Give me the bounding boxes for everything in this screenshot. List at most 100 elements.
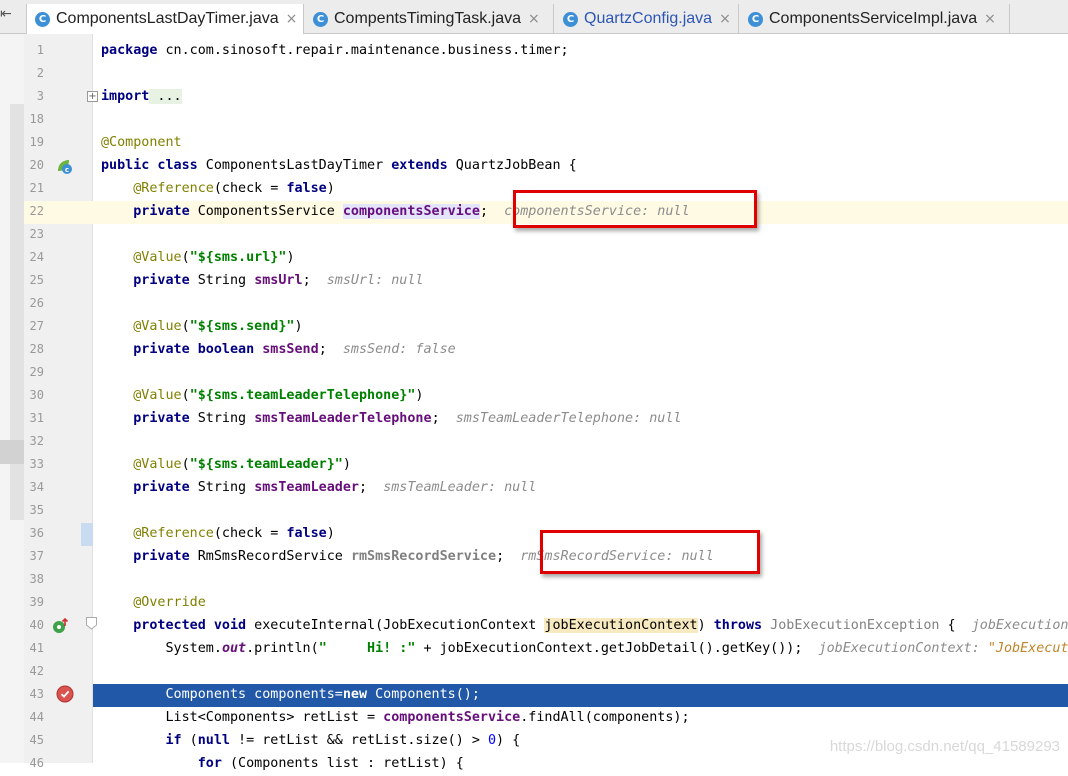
code-line[interactable]: 2 <box>24 63 1068 86</box>
debug-value-hint: jobExecutionContext: <box>818 641 988 656</box>
annotation: @Override <box>133 595 206 610</box>
semicolon: ; <box>496 549 505 564</box>
code-line[interactable]: 35 <box>24 500 1068 523</box>
code-line[interactable]: 40 protected void executeInternal(JobExe… <box>24 615 1068 638</box>
gutter-cell[interactable]: 43 <box>24 684 93 707</box>
field-name: smsSend <box>262 342 319 357</box>
package-name: cn.com.sinosoft.repair.maintenance.busin… <box>157 43 569 58</box>
line-number: 30 <box>29 388 44 402</box>
code-line[interactable]: 28 private boolean smsSend; smsSend: fal… <box>24 339 1068 362</box>
code-line[interactable]: 41 System.out.println(" Hi! :" + jobExec… <box>24 638 1068 661</box>
string-literal: "${sms.teamLeaderTelephone}" <box>189 388 416 403</box>
semicolon: ; <box>302 273 311 288</box>
static-field: out <box>221 641 247 656</box>
code-line[interactable]: 29 <box>24 362 1068 385</box>
expand-fold-icon[interactable]: + <box>87 91 98 102</box>
class-ref: System. <box>165 641 222 656</box>
code-line[interactable]: 30 @Value("${sms.teamLeaderTelephone}") <box>24 385 1068 408</box>
code-line[interactable]: 32 <box>24 431 1068 454</box>
code-line[interactable]: 42 <box>24 661 1068 684</box>
code-text: @Value("${sms.teamLeader}") <box>101 457 351 472</box>
condition: != retList && retList.size() > <box>230 733 488 748</box>
debug-value-hint: jobExecutionC <box>971 618 1068 633</box>
code-line[interactable]: 33 @Value("${sms.teamLeader}") <box>24 454 1068 477</box>
tab-quartz-config[interactable]: C QuartzConfig.java × <box>555 4 739 34</box>
line-number: 38 <box>29 572 44 586</box>
code-line[interactable]: 46 for (Components list : retList) { <box>24 753 1068 776</box>
annotation: @Value <box>133 388 182 403</box>
close-icon[interactable]: × <box>719 11 731 27</box>
line-number: 41 <box>29 641 44 655</box>
breakpoint-icon[interactable] <box>56 685 74 703</box>
type-name: String <box>189 480 255 495</box>
code-line[interactable]: 34 private String smsTeamLeader; smsTeam… <box>24 477 1068 500</box>
paren: ) <box>415 388 424 403</box>
line-number: 25 <box>29 273 44 287</box>
keyword: false <box>286 181 327 196</box>
line-number: 29 <box>29 365 44 379</box>
line-number: 37 <box>29 549 44 563</box>
code-line[interactable]: 3 + import ... <box>24 86 1068 109</box>
code-text: System.out.println(" Hi! :" + jobExecuti… <box>101 641 1068 656</box>
parameter-name: jobExecutionContext <box>544 618 698 633</box>
code-text: @Override <box>101 595 206 610</box>
tab-components-service-impl[interactable]: C ComponentsServiceImpl.java × <box>740 4 1010 34</box>
line-number: 19 <box>29 135 44 149</box>
code-text: @Component <box>101 135 182 150</box>
scroll-tabs-left-icon[interactable]: ⇤ <box>0 6 20 28</box>
code-line[interactable]: 1 package cn.com.sinosoft.repair.mainten… <box>24 40 1068 63</box>
line-number: 42 <box>29 664 44 678</box>
close-icon[interactable]: × <box>984 11 996 27</box>
code-line[interactable]: 19 @Component <box>24 132 1068 155</box>
tab-compents-timing-task[interactable]: C CompentsTimingTask.java × <box>305 4 554 34</box>
method-call: .findAll(components); <box>520 710 690 725</box>
code-line[interactable]: 44 List<Components> retList = components… <box>24 707 1068 730</box>
field-name: componentsService <box>342 204 480 219</box>
code-line[interactable]: 39 @Override <box>24 592 1068 615</box>
brace: ) { <box>496 733 521 748</box>
editor-tab-bar: ⇤ C ComponentsLastDayTimer.java × C Comp… <box>0 0 1068 34</box>
execution-point-line[interactable]: Components components=new Components(); <box>93 684 1068 707</box>
line-number: 39 <box>29 595 44 609</box>
code-text: package cn.com.sinosoft.repair.maintenan… <box>101 43 569 58</box>
paren: ( <box>181 733 198 748</box>
code-line[interactable]: 25 private String smsUrl; smsUrl: null <box>24 270 1068 293</box>
class-icon: C <box>35 11 50 27</box>
paren: ) <box>326 181 335 196</box>
line-number: 21 <box>29 181 44 195</box>
paren: ( <box>181 319 190 334</box>
line-number: 40 <box>29 618 44 632</box>
keyword: private <box>133 549 190 564</box>
line-number: 44 <box>29 710 44 724</box>
folded-imports[interactable]: ... <box>149 89 182 104</box>
code-line[interactable]: 27 @Value("${sms.send}") <box>24 316 1068 339</box>
keyword: private <box>133 411 190 426</box>
line-number: 27 <box>29 319 44 333</box>
spring-bean-icon[interactable]: c <box>55 157 73 175</box>
close-icon[interactable]: × <box>528 11 540 27</box>
string-literal: "${sms.send}" <box>189 319 295 334</box>
declaration: List<Components> retList = <box>165 710 384 725</box>
override-method-icon[interactable] <box>51 617 69 635</box>
debug-value-hint: smsSend: false <box>342 342 456 357</box>
code-line[interactable]: 24 @Value("${sms.url}") <box>24 247 1068 270</box>
code-line[interactable]: 26 <box>24 293 1068 316</box>
keyword: for <box>197 756 222 771</box>
line-number: 18 <box>29 112 44 126</box>
debug-value-hint: smsTeamLeader: null <box>383 480 537 495</box>
line-number: 23 <box>29 227 44 241</box>
collapse-fold-icon[interactable] <box>86 617 97 630</box>
code-text: private String smsUrl; smsUrl: null <box>101 273 423 288</box>
line-number: 45 <box>29 733 44 747</box>
annotation: @Value <box>133 319 182 334</box>
close-icon[interactable]: × <box>286 11 298 27</box>
keyword: new <box>342 687 368 702</box>
paren: ) <box>342 457 351 472</box>
tab-label: ComponentsLastDayTimer.java <box>56 10 279 27</box>
paren: ) <box>286 250 295 265</box>
code-line[interactable]: 20 c public class ComponentsLastDayTimer… <box>24 155 1068 178</box>
annotation: @Reference <box>133 181 214 196</box>
code-line[interactable]: 18 <box>24 109 1068 132</box>
code-line[interactable]: 31 private String smsTeamLeaderTelephone… <box>24 408 1068 431</box>
tab-components-last-day-timer[interactable]: C ComponentsLastDayTimer.java × <box>26 4 304 34</box>
